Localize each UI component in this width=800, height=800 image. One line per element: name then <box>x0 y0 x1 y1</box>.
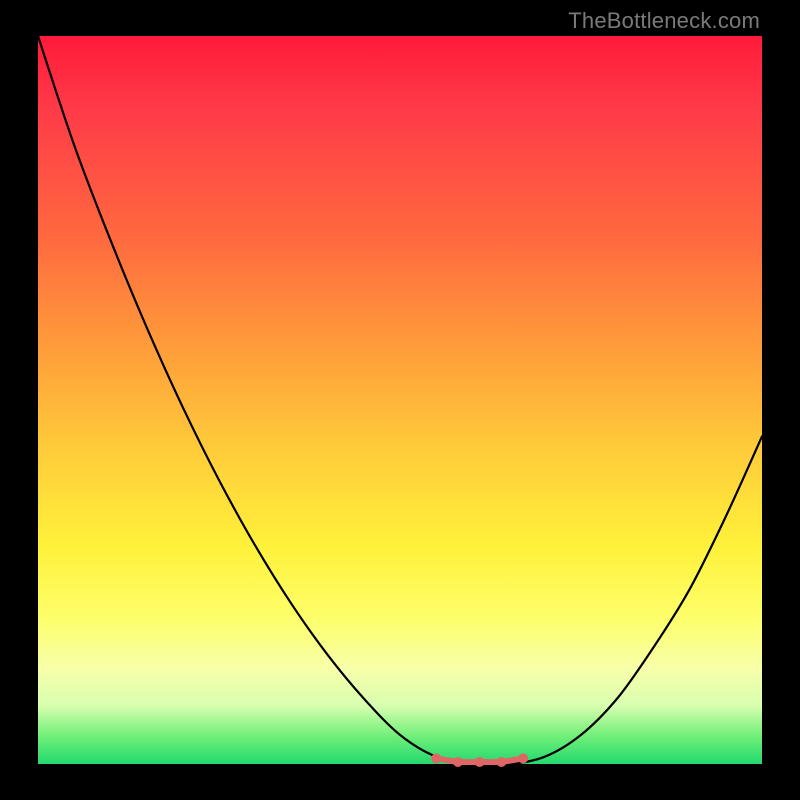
optimal-marker-dot <box>496 757 506 767</box>
curve-layer <box>38 36 762 764</box>
watermark-text: TheBottleneck.com <box>568 8 760 34</box>
chart-frame: TheBottleneck.com <box>0 0 800 800</box>
bottleneck-curve <box>38 36 762 765</box>
plot-area <box>38 36 762 764</box>
optimal-marker-dot <box>453 757 463 767</box>
optimal-range-markers <box>431 753 528 767</box>
optimal-marker-dot <box>431 753 441 763</box>
optimal-marker-dot <box>475 757 485 767</box>
optimal-marker-dot <box>518 753 528 763</box>
